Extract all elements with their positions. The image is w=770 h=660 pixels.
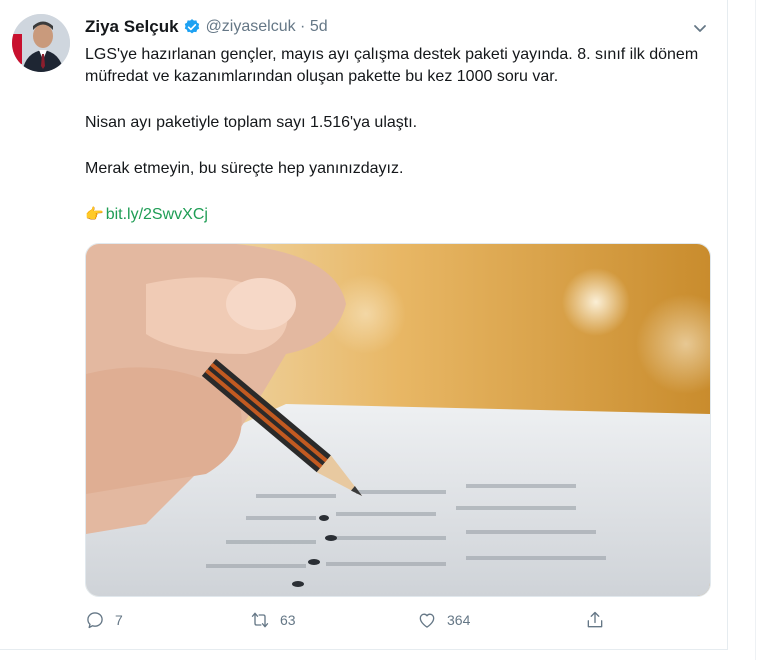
pointing-hand-icon: 👉	[85, 206, 104, 223]
author-handle-time[interactable]: @ziyaselcuk · 5d	[206, 18, 328, 36]
tweet-paragraph-2: Nisan ayı paketiyle toplam sayı 1.516'ya…	[85, 114, 418, 131]
tweet-link[interactable]: bit.ly/2SwvXCj	[106, 204, 208, 226]
tweet-card[interactable]: Ziya Selçuk @ziyaselcuk · 5d LGS'ye hazı…	[0, 0, 728, 650]
tweet-paragraph-1: LGS'ye hazırlanan gençler, mayıs ayı çal…	[85, 46, 699, 85]
avatar[interactable]	[12, 14, 70, 72]
tweet-header: Ziya Selçuk @ziyaselcuk · 5d	[85, 16, 328, 38]
pencil-exam-photo-icon	[86, 244, 710, 596]
reply-count: 7	[115, 612, 123, 628]
retweet-count: 63	[280, 612, 296, 628]
like-button[interactable]: 364	[417, 608, 470, 632]
reply-button[interactable]: 7	[85, 608, 123, 632]
author-name[interactable]: Ziya Selçuk	[85, 17, 179, 37]
retweet-button[interactable]: 63	[250, 608, 296, 632]
chevron-down-icon[interactable]	[690, 18, 710, 38]
tweet-text: LGS'ye hazırlanan gençler, mayıs ayı çal…	[85, 44, 715, 226]
share-button[interactable]	[585, 608, 605, 632]
like-count: 364	[447, 612, 471, 628]
share-icon	[587, 611, 603, 628]
tweet-paragraph-3: Merak etmeyin, bu süreçte hep yanınızday…	[85, 160, 404, 177]
verified-badge-icon	[184, 19, 199, 34]
retweet-icon	[251, 612, 269, 628]
tweet-actions: 7 63 364	[85, 608, 645, 632]
tweet-media-image[interactable]	[85, 243, 711, 597]
reply-icon	[87, 612, 103, 629]
heart-icon	[419, 613, 435, 628]
tweet-link-line: 👉 bit.ly/2SwvXCj	[85, 204, 715, 226]
column-divider	[755, 0, 756, 660]
